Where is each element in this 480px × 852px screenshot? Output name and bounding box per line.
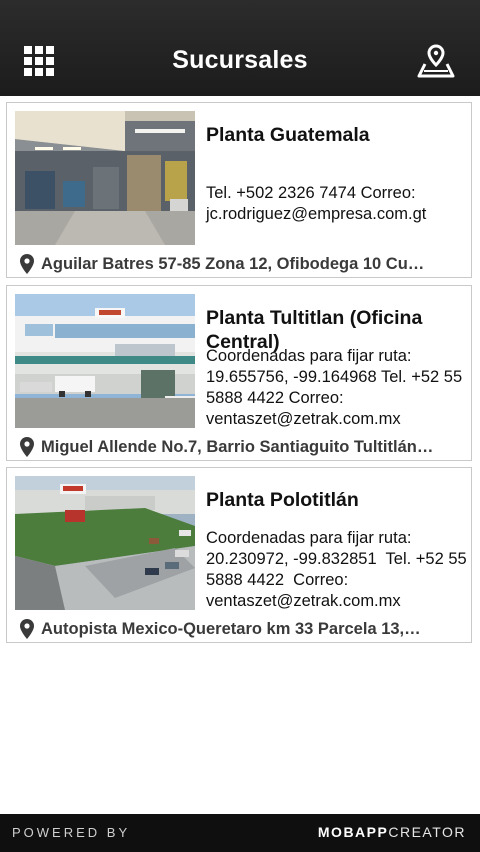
branch-address: Miguel Allende No.7, Barrio Santiaguito … [41,437,434,456]
branch-description: Coordenadas para fijar ruta: 20.230972, … [206,529,472,610]
branch-address: Aguilar Batres 57-85 Zona 12, Ofibodega … [41,254,425,273]
branch-address-row[interactable]: Miguel Allende No.7, Barrio Santiaguito … [19,436,467,458]
branch-address-row[interactable]: Autopista Mexico-Queretaro km 33 Parcela… [19,618,467,640]
branch-address: Autopista Mexico-Queretaro km 33 Parcela… [41,619,421,638]
brand-light: CREATOR [388,824,466,840]
top-nav-bar: Sucursales [0,0,480,96]
branch-photo-warehouse [15,111,195,245]
powered-by-label: POWERED BY [12,825,131,840]
brand-logo[interactable]: MOBAPPCREATOR [318,824,466,840]
branch-photo-office-building [15,294,195,428]
branch-name: Planta Guatemala [206,124,370,146]
branch-name: Planta Polotitlán [206,489,359,511]
branch-card-tultitlan[interactable]: Planta Tultitlan (Oficina Central) Coord… [6,285,472,461]
brand-bold: MOBAPP [317,824,389,840]
location-pin-icon [20,254,34,274]
branch-description: Tel. +502 2326 7474 Correo: jc.rodriguez… [206,184,427,223]
branch-card-guatemala[interactable]: Planta Guatemala Tel. +502 2326 7474 Cor… [6,102,472,278]
location-pin-icon [20,619,34,639]
map-pin-icon[interactable] [416,44,456,78]
location-pin-icon [20,437,34,457]
branch-address-row[interactable]: Aguilar Batres 57-85 Zona 12, Ofibodega … [19,253,467,275]
branch-description: Coordenadas para fijar ruta: 19.655756, … [206,347,467,428]
page-title: Sucursales [172,46,308,74]
branch-photo-aerial-plant [15,476,195,610]
branch-card-polotitlan[interactable]: Planta Polotitlán Coordenadas para fijar… [6,467,472,643]
powered-by-footer: POWERED BY MOBAPPCREATOR [0,814,480,852]
